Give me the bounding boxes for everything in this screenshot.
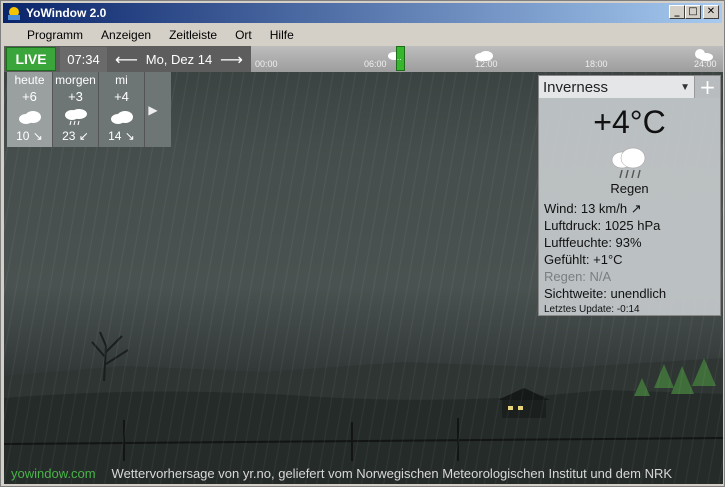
location-select[interactable]: Inverness ▼ bbox=[539, 76, 695, 98]
rain-cloud-icon bbox=[64, 109, 87, 126]
pressure-detail: Luftdruck: 1025 hPa bbox=[544, 218, 661, 233]
feels-like-detail: Gefühlt: +1°C bbox=[544, 252, 623, 267]
forecast-day-label: heute bbox=[14, 73, 45, 87]
cloud-icon bbox=[110, 111, 133, 124]
maximize-button[interactable]: □ bbox=[685, 5, 701, 19]
current-date: Mo, Dez 14 bbox=[145, 51, 213, 67]
menu-bar: Programm Anzeigen Zeitleiste Ort Hilfe bbox=[3, 24, 722, 45]
wind-detail: Wind: 13 km/h ↗ bbox=[544, 201, 642, 216]
date-navigator: ⟵ Mo, Dez 14 ⟶ bbox=[109, 46, 249, 72]
menu-hilfe[interactable]: Hilfe bbox=[261, 28, 303, 42]
time-marker[interactable]: .. bbox=[396, 46, 405, 71]
forecast-temp: +3 bbox=[68, 89, 83, 104]
forecast-credit[interactable]: Wettervorhersage von yr.no, geliefert vo… bbox=[112, 466, 672, 481]
tick-label: 00:00 bbox=[255, 59, 278, 69]
timeline-scale[interactable]: 00:00 06:00 12:00 18:00 24:00 .. bbox=[251, 46, 723, 72]
forecast-day-today[interactable]: heute +6 10 ↘ bbox=[7, 72, 53, 147]
sun-cloud-icon bbox=[695, 49, 713, 61]
forecast-temp: +4 bbox=[114, 89, 129, 104]
yowindow-app-icon bbox=[6, 5, 22, 21]
location-row: Inverness ▼ + bbox=[539, 75, 720, 99]
forecast-next-button[interactable]: ▶ bbox=[145, 72, 161, 147]
menu-programm[interactable]: Programm bbox=[18, 28, 92, 42]
menu-zeitleiste[interactable]: Zeitleiste bbox=[160, 28, 226, 42]
prev-day-arrow-icon[interactable]: ⟵ bbox=[115, 50, 138, 69]
current-time: 07:34 bbox=[60, 47, 107, 72]
app-window: YoWindow 2.0 _ □ ✕ Programm Anzeigen Zei… bbox=[0, 0, 725, 487]
forecast-temp: +6 bbox=[22, 89, 37, 104]
next-day-arrow-icon[interactable]: ⟶ bbox=[220, 50, 243, 69]
forecast-day-label: morgen bbox=[55, 73, 96, 87]
forecast-wind: 23 ↙ bbox=[62, 129, 89, 143]
menu-ort[interactable]: Ort bbox=[226, 28, 261, 42]
cloud-icon bbox=[18, 111, 41, 124]
forecast-day-label: mi bbox=[115, 73, 128, 87]
forecast-wind: 10 ↘ bbox=[16, 129, 43, 143]
current-temperature: +4°C bbox=[593, 104, 666, 140]
minimize-button[interactable]: _ bbox=[669, 5, 685, 19]
window-title: YoWindow 2.0 bbox=[26, 6, 107, 20]
weather-scene: LIVE 07:34 ⟵ Mo, Dez 14 ⟶ 00:00 06:00 12… bbox=[4, 46, 723, 484]
timeline-bar: LIVE 07:34 ⟵ Mo, Dez 14 ⟶ 00:00 06:00 12… bbox=[4, 46, 723, 72]
rain-cloud-icon bbox=[611, 147, 646, 179]
window-controls: _ □ ✕ bbox=[669, 5, 719, 19]
cloud-icon bbox=[475, 51, 493, 61]
live-button[interactable]: LIVE bbox=[6, 47, 56, 71]
forecast-day-wed[interactable]: mi +4 14 ↘ bbox=[99, 72, 145, 147]
location-name: Inverness bbox=[543, 78, 609, 96]
menu-anzeigen[interactable]: Anzeigen bbox=[92, 28, 160, 42]
weather-panel: Inverness ▼ + +4°C Regen Wind: 13 km/h ↗… bbox=[538, 75, 721, 316]
close-button[interactable]: ✕ bbox=[703, 5, 719, 19]
site-link[interactable]: yowindow.com bbox=[11, 466, 96, 481]
visibility-detail: Sichtweite: unendlich bbox=[544, 286, 667, 301]
forecast-strip: heute +6 10 ↘ morgen +3 23 ↙ mi +4 14 ↘ … bbox=[7, 72, 171, 147]
forecast-wind: 14 ↘ bbox=[108, 129, 135, 143]
tick-label: 18:00 bbox=[585, 59, 608, 69]
rain-detail: Regen: N/A bbox=[544, 269, 612, 284]
humidity-detail: Luftfeuchte: 93% bbox=[544, 235, 642, 250]
title-bar[interactable]: YoWindow 2.0 _ □ ✕ bbox=[3, 3, 722, 23]
forecast-day-tomorrow[interactable]: morgen +3 23 ↙ bbox=[53, 72, 99, 147]
last-update: Letztes Update: -0:14 bbox=[544, 304, 640, 315]
time-marker-label: .. bbox=[397, 53, 402, 62]
tick-label: 06:00 bbox=[364, 59, 387, 69]
footer: yowindow.com Wettervorhersage von yr.no,… bbox=[7, 463, 723, 484]
chevron-down-icon[interactable]: ▼ bbox=[680, 82, 690, 93]
condition-label: Regen bbox=[610, 181, 649, 196]
add-location-button[interactable]: + bbox=[695, 75, 720, 99]
